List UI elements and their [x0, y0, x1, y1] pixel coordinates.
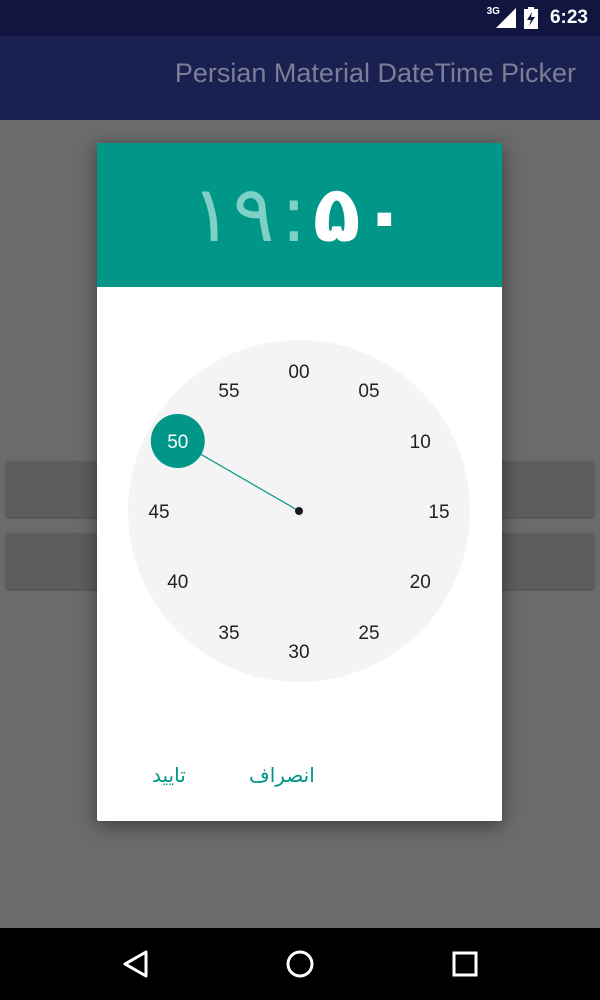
network-type: 3G: [486, 5, 500, 17]
clock-label-05[interactable]: 05: [358, 381, 379, 402]
clock-label-25[interactable]: 25: [358, 623, 379, 644]
status-time: 6:23: [549, 7, 588, 28]
hours-display[interactable]: ۱۹: [191, 176, 275, 254]
home-icon[interactable]: [278, 942, 322, 986]
clock-dial[interactable]: 00 05 10 15 20 25 30 35 40 45 50 55: [97, 287, 502, 737]
clock-label-50[interactable]: 50: [167, 432, 188, 453]
confirm-button[interactable]: تایید: [152, 755, 186, 795]
app-bar: Persian Material DateTime Picker: [0, 36, 600, 120]
time-separator: :: [280, 170, 307, 260]
time-display: ۱۹ : ۵۰: [97, 143, 502, 287]
app-title: Persian Material DateTime Picker: [174, 58, 576, 88]
minutes-display[interactable]: ۵۰: [313, 176, 408, 254]
back-icon[interactable]: [114, 942, 158, 986]
recents-icon[interactable]: [443, 942, 487, 986]
clock-label-55[interactable]: 55: [218, 381, 239, 402]
time-picker-dialog: ۱۹ : ۵۰ 00 05 10 15 20 25 30 35 40 45 50 55 تایید ا…: [97, 143, 502, 821]
cancel-button[interactable]: انصراف: [249, 755, 315, 795]
clock-label-00[interactable]: 00: [288, 362, 309, 383]
navigation-bar: [0, 928, 600, 1000]
battery-charging-icon: [523, 7, 538, 29]
clock-label-30[interactable]: 30: [288, 642, 309, 663]
clock-label-35[interactable]: 35: [218, 623, 239, 644]
status-bar: 3G 6:23: [0, 0, 600, 36]
clock-center-dot: [295, 507, 303, 515]
clock-label-15[interactable]: 15: [428, 502, 449, 523]
clock-label-40[interactable]: 40: [167, 572, 188, 593]
clock-label-20[interactable]: 20: [410, 572, 431, 593]
dialog-header: ۱۹ : ۵۰: [97, 143, 502, 287]
clock-label-45[interactable]: 45: [148, 502, 169, 523]
clock-label-10[interactable]: 10: [410, 432, 431, 453]
